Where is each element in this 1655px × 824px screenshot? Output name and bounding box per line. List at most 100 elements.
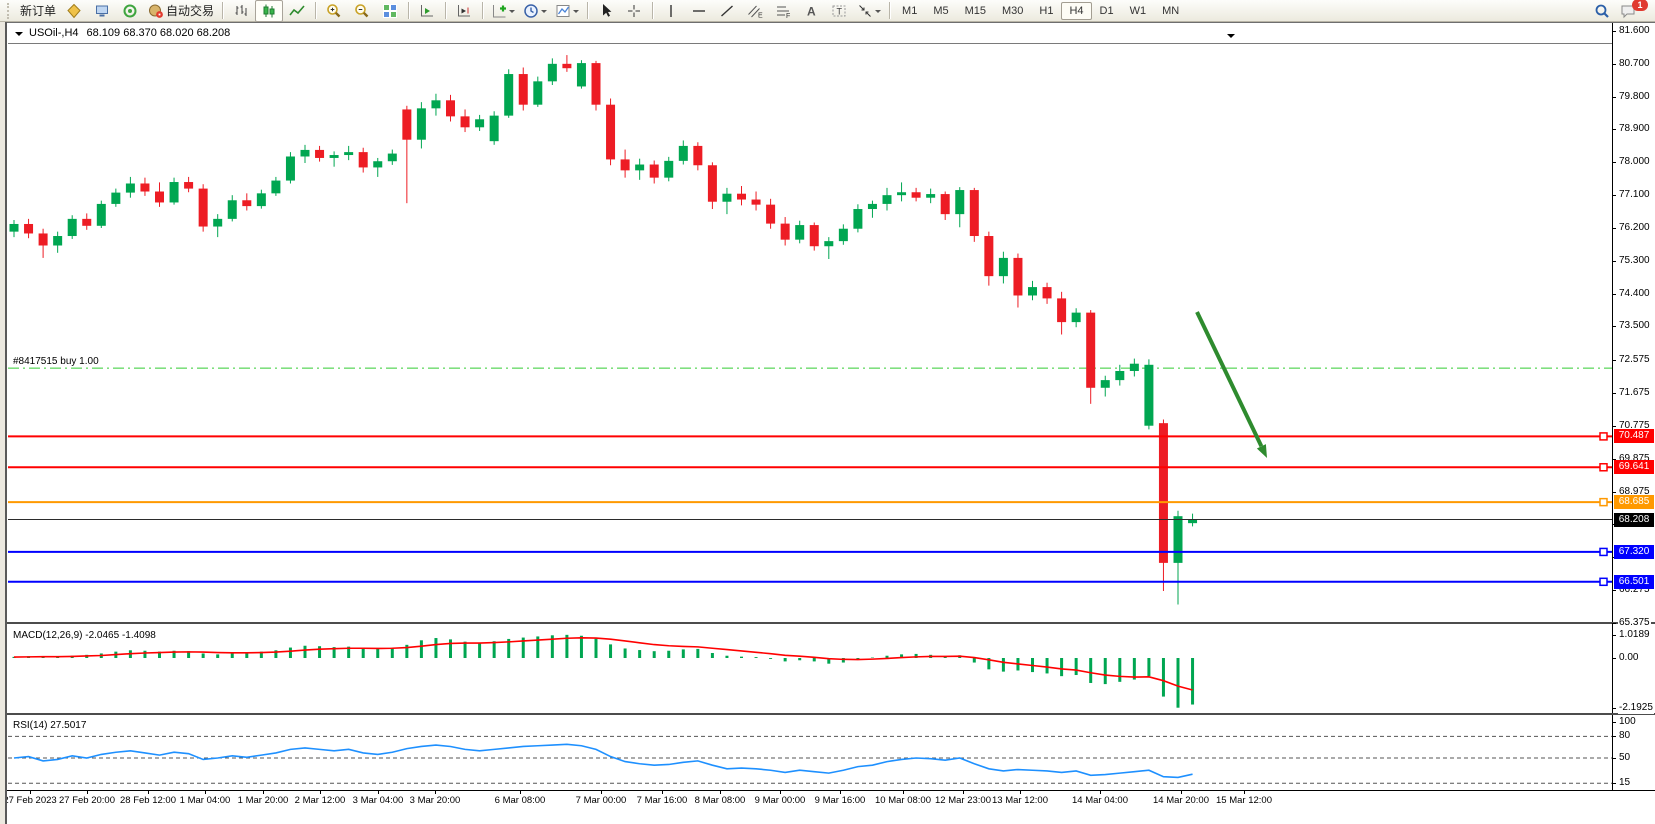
draw-channel-button[interactable]: E: [741, 0, 769, 22]
window-list-arrow-icon[interactable]: [1227, 34, 1235, 42]
timeframe-M1[interactable]: M1: [894, 2, 925, 20]
mql5-community-button[interactable]: [60, 0, 88, 22]
level-drag-handle[interactable]: [1600, 499, 1607, 506]
price-axis-label: 80.700: [1618, 58, 1651, 70]
time-axis-label: 3 Mar 04:00: [353, 795, 404, 806]
zoom-out-button[interactable]: [348, 0, 376, 22]
price-tick: [1612, 492, 1616, 493]
level-drag-handle[interactable]: [1600, 578, 1607, 585]
chart-shift-button[interactable]: [450, 0, 478, 22]
candle-body: [577, 63, 586, 86]
price-axis-label: 71.675: [1618, 387, 1651, 399]
macd-axis-label: -2.1925: [1618, 702, 1654, 714]
candle-body: [97, 204, 106, 226]
hline-icon: [691, 3, 707, 19]
time-tick: [780, 791, 781, 794]
timeframe-W1[interactable]: W1: [1122, 2, 1155, 20]
draw-label-button[interactable]: T: [825, 0, 853, 22]
bar-chart-mode-button[interactable]: [227, 0, 255, 22]
trend-arrow-head: [1257, 444, 1267, 458]
level-drag-handle[interactable]: [1600, 464, 1607, 471]
level-drag-handle[interactable]: [1600, 548, 1607, 555]
time-tick: [1244, 791, 1245, 794]
price-axis-line: [1612, 23, 1613, 790]
candle-body: [1159, 423, 1168, 563]
draw-vertical-line-button[interactable]: [657, 0, 685, 22]
crosshair-button[interactable]: [620, 0, 648, 22]
candle-body: [257, 193, 266, 206]
template-icon: [555, 3, 571, 19]
main-price-chart[interactable]: [8, 23, 1612, 622]
indicators-button[interactable]: [487, 0, 519, 22]
rsi-indicator-panel[interactable]: [8, 717, 1612, 790]
virtual-hosting-button[interactable]: [88, 0, 116, 22]
templates-button[interactable]: [551, 0, 583, 22]
tline-icon: [719, 3, 735, 19]
macd-tick: [1612, 658, 1616, 659]
chart-symbol-period: USOil-,H4: [29, 27, 79, 39]
candle-body: [10, 224, 19, 232]
candle-body: [1130, 364, 1139, 371]
timeframe-M5[interactable]: M5: [925, 2, 956, 20]
level-drag-handle[interactable]: [1600, 433, 1607, 440]
time-tick: [87, 791, 88, 794]
candle-body: [664, 161, 673, 178]
candle-body: [592, 63, 601, 105]
trend-arrow-annotation[interactable]: [1197, 312, 1261, 446]
timeframe-D1[interactable]: D1: [1092, 2, 1122, 20]
dropdown-arrow-icon[interactable]: [509, 10, 515, 16]
time-axis[interactable]: 27 Feb 202327 Feb 20:0028 Feb 12:001 Mar…: [0, 790, 1655, 815]
candle-body: [795, 225, 804, 240]
rsi-panel-separator[interactable]: [7, 713, 1655, 715]
draw-shapes-button[interactable]: [853, 0, 885, 22]
candle-body: [184, 182, 193, 189]
toolbar-separator: [889, 2, 890, 19]
draw-trendline-button[interactable]: [713, 0, 741, 22]
dropdown-arrow-icon[interactable]: [573, 10, 579, 16]
draw-horizontal-line-button[interactable]: [685, 0, 713, 22]
chart-ohlc-values: 68.109 68.370 68.020 68.208: [87, 27, 231, 39]
timeframe-M30[interactable]: M30: [994, 2, 1031, 20]
rsi-line: [14, 744, 1193, 777]
auto-scroll-button[interactable]: [413, 0, 441, 22]
vline-icon: [663, 3, 679, 19]
candlestick-mode-button[interactable]: [255, 0, 283, 22]
chart-caption-bar[interactable]: USOil-,H4 68.109 68.370 68.020 68.208: [8, 23, 1612, 44]
timeframe-H1[interactable]: H1: [1031, 2, 1061, 20]
line-chart-mode-button[interactable]: [283, 0, 311, 22]
timeframe-H4[interactable]: H4: [1061, 2, 1091, 20]
candle-body: [533, 81, 542, 104]
periods-button[interactable]: [519, 0, 551, 22]
dropdown-arrow-icon[interactable]: [541, 10, 547, 16]
robot-icon: [148, 3, 164, 19]
candle-body: [1174, 516, 1183, 563]
price-tick: [1612, 129, 1616, 130]
macd-panel-separator[interactable]: [7, 622, 1655, 624]
toolbar-separator: [652, 2, 653, 19]
signals-button[interactable]: [116, 0, 144, 22]
dropdown-arrow-icon[interactable]: [875, 10, 881, 16]
tile-windows-button[interactable]: [376, 0, 404, 22]
new-order-button[interactable]: 新订单: [16, 0, 60, 22]
draw-text-button[interactable]: A: [797, 0, 825, 22]
search-icon: [1594, 3, 1610, 19]
price-axis-label: 72.575: [1618, 354, 1651, 366]
autotrading-button[interactable]: 自动交易: [144, 0, 218, 22]
time-tick: [1020, 791, 1021, 794]
toolbar-separator: [315, 2, 316, 19]
zoom-in-button[interactable]: [320, 0, 348, 22]
search-button[interactable]: [1588, 0, 1616, 22]
indicators-icon: [491, 3, 507, 19]
draw-fibonacci-button[interactable]: F: [769, 0, 797, 22]
macd-indicator-panel[interactable]: [8, 627, 1612, 712]
cursor-button[interactable]: [592, 0, 620, 22]
rsi-axis-label: 80: [1618, 730, 1631, 742]
price-badge-70.487: 70.487: [1614, 429, 1654, 443]
chart-menu-arrow-icon[interactable]: [15, 32, 23, 40]
time-axis-label: 14 Mar 20:00: [1153, 795, 1209, 806]
chat-button[interactable]: 1: [1616, 0, 1652, 22]
timeframe-M15[interactable]: M15: [957, 2, 994, 20]
timeframe-MN[interactable]: MN: [1154, 2, 1187, 20]
candle-body: [824, 241, 833, 246]
candle-body: [621, 159, 630, 170]
